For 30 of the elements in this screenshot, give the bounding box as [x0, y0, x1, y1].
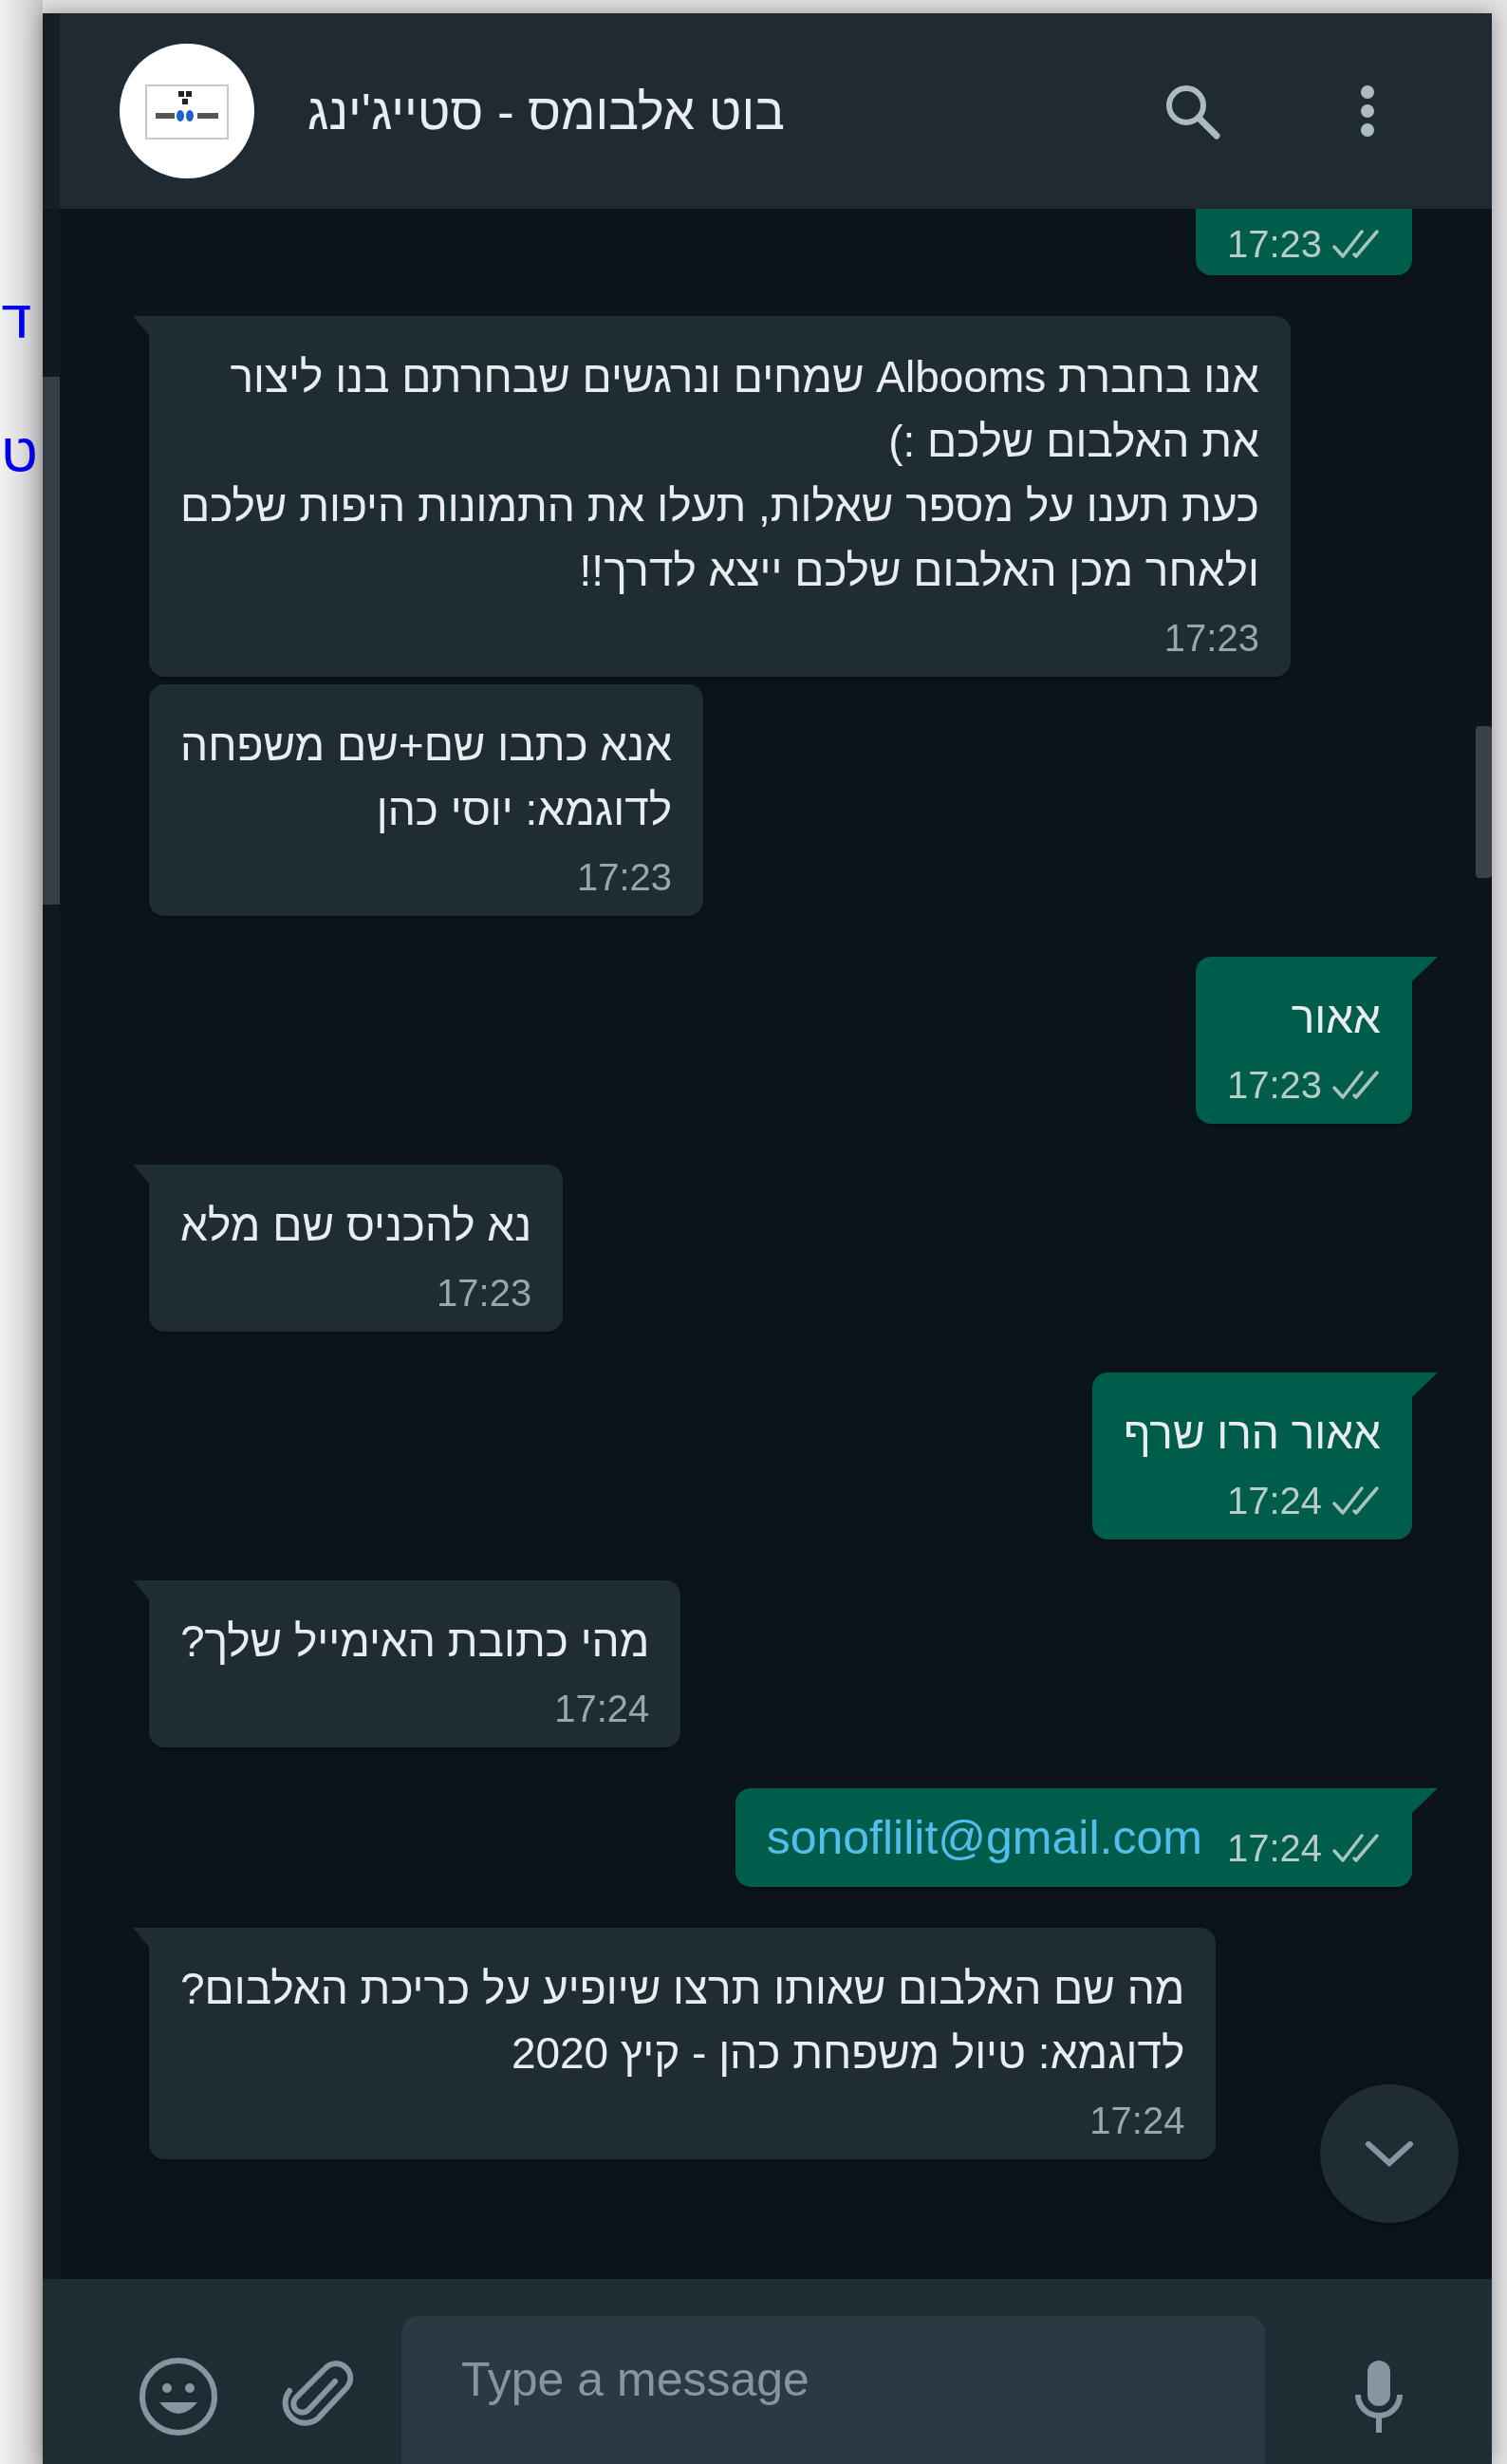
- message-input[interactable]: Type a message: [401, 2316, 1265, 2464]
- message-time: 17:23: [1226, 1063, 1322, 1107]
- scrollbar[interactable]: [1476, 726, 1492, 878]
- message-text: לדוגמא: יוסי כהן: [376, 784, 673, 836]
- message-text: אאור: [1291, 992, 1381, 1044]
- message-text: אנו בחברת Albooms שמחים ונרגשים שבחרתם בנו ליצור: [230, 351, 1259, 403]
- message-text: אאור הרו שרף: [1124, 1408, 1381, 1460]
- message-time: 17:23: [576, 855, 673, 899]
- avatar[interactable]: [120, 44, 254, 178]
- message-text: כעת תענו על מספר שאלות, תעלו את התמונות היפות שלכם: [180, 480, 1259, 532]
- message-time: 17:24: [1226, 1479, 1322, 1522]
- scrollbar[interactable]: [43, 377, 60, 905]
- message-text: ולאחר מכן האלבום שלכם ייצא לדרך!!: [579, 545, 1259, 597]
- message-text: את האלבום שלכם :): [888, 416, 1259, 468]
- message-text: אנא כתבו שם+שם משפחה: [180, 719, 673, 772]
- chat-title: בוט אלבומס - סטייג'ינג: [307, 82, 785, 140]
- message-time: 17:23: [1226, 222, 1322, 266]
- message-text: לדוגמא: טיול משפחת כהן - קיץ 2020: [511, 2027, 1185, 2080]
- message-text: מהי כתובת האימייל שלך?: [180, 1615, 650, 1668]
- message-time: 17:23: [1163, 616, 1259, 660]
- background-text: ט: [0, 418, 40, 484]
- message-text: נא להכניס שם מלא: [180, 1200, 532, 1252]
- message-time: 17:24: [1226, 1826, 1322, 1870]
- message-time: 17:24: [1089, 2099, 1185, 2142]
- message-text: מה שם האלבום שאותו תרצו שיופיע על כריכת האלבום?: [180, 1963, 1185, 2015]
- smiley-icon[interactable]: [139, 2357, 218, 2436]
- email-link[interactable]: sonoflilit@gmail.com: [766, 1805, 1202, 1870]
- background-text: ד: [0, 285, 33, 351]
- message-time: 17:23: [437, 1271, 532, 1315]
- message-time: 17:24: [554, 1687, 650, 1730]
